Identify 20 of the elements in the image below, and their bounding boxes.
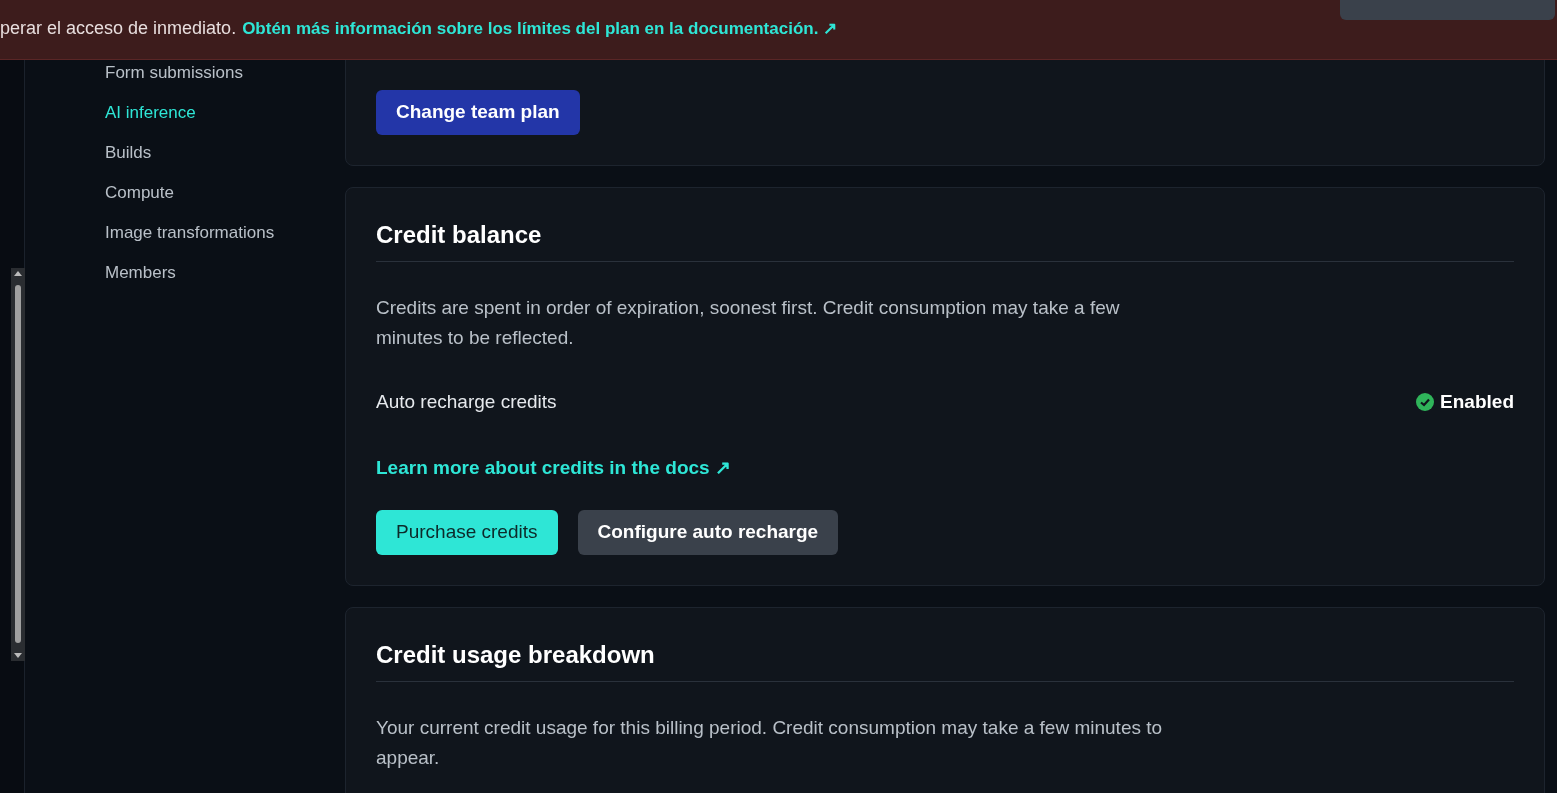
change-plan-button[interactable]: Change team plan <box>376 90 580 135</box>
scrollbar-icon[interactable] <box>11 268 25 661</box>
documentation-link[interactable]: Obtén más información sobre los límites del plan en la documentación. ↗ <box>242 15 838 42</box>
sidebar-item[interactable]: Members <box>105 263 176 303</box>
check-circle-icon <box>1416 393 1435 412</box>
sidebar-item[interactable]: Compute <box>105 183 174 223</box>
setting-label: Auto recharge credits <box>376 390 557 414</box>
sidebar-item[interactable]: Form submissions <box>105 63 243 103</box>
card-title: Credit usage breakdown <box>376 640 656 670</box>
banner-text: perar el acceso de inmediato. <box>0 17 237 40</box>
sidebar-item[interactable]: Builds <box>105 143 152 183</box>
status-label: Enabled <box>1416 388 1514 417</box>
card-description: Credits are spent in order of expiration, soonest first. Credit consumption may take a few minutes to be reflected. <box>376 296 1121 350</box>
card-description: Your current credit usage for this billing period. Credit consumption may take a few minutes to appear. <box>376 716 1164 770</box>
docs-link[interactable]: Learn more about credits in the docs ↗ <box>376 453 731 482</box>
sidebar-item[interactable]: AI inference <box>105 103 196 143</box>
configure-button[interactable]: Configure auto recharge <box>577 510 839 555</box>
sidebar-item[interactable]: Image transformations <box>105 223 275 263</box>
purchase-button[interactable]: Purchase credits <box>376 510 558 555</box>
card-title: Credit balance <box>376 220 543 250</box>
